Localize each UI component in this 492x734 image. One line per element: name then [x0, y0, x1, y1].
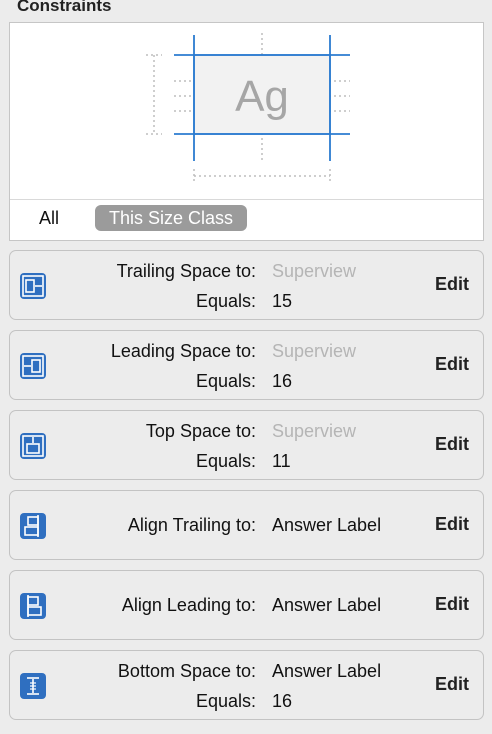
constraint-value[interactable]: 16 — [272, 371, 292, 392]
preview-sample-text: Ag — [235, 72, 289, 121]
top-space-icon — [20, 433, 46, 459]
constraint-target[interactable]: Superview — [272, 261, 356, 282]
equals-label: Equals: — [195, 371, 256, 391]
edit-button[interactable]: Edit — [435, 274, 469, 295]
tab-all[interactable]: All — [39, 208, 59, 229]
constraint-row[interactable]: Align Trailing to: Answer Label Edit — [9, 490, 484, 560]
size-class-tabs: All This Size Class — [10, 199, 483, 240]
edit-button[interactable]: Edit — [435, 594, 469, 615]
constraint-value[interactable]: 15 — [272, 291, 292, 312]
constraint-row[interactable]: Bottom Space to: Answer Label Equals: 16… — [9, 650, 484, 720]
section-title: Constraints — [17, 0, 112, 15]
tab-this-size-class[interactable]: This Size Class — [95, 205, 248, 231]
constraint-preview: Ag All This Size Class — [9, 22, 484, 241]
constraint-target[interactable]: Answer Label — [272, 515, 381, 536]
constraint-value[interactable]: 16 — [272, 691, 292, 712]
constraint-row[interactable]: Top Space to: Superview Equals: 11 Edit — [9, 410, 484, 480]
constraint-row[interactable]: Leading Space to: Superview Equals: 16 E… — [9, 330, 484, 400]
constraint-label: Align Trailing to: — [127, 515, 256, 535]
edit-button[interactable]: Edit — [435, 674, 469, 695]
constraint-label: Align Leading to: — [121, 595, 256, 615]
constraint-row[interactable]: Align Leading to: Answer Label Edit — [9, 570, 484, 640]
bottom-space-icon — [20, 673, 46, 699]
constraint-label: Leading Space to: — [110, 341, 256, 361]
align-leading-icon — [20, 593, 46, 619]
constraint-label: Top Space to: — [145, 421, 256, 441]
edit-button[interactable]: Edit — [435, 514, 469, 535]
constraint-target[interactable]: Superview — [272, 421, 356, 442]
equals-label: Equals: — [195, 691, 256, 711]
constraint-value[interactable]: 11 — [272, 451, 291, 472]
constraint-row[interactable]: Trailing Space to: Superview Equals: 15 … — [9, 250, 484, 320]
edit-button[interactable]: Edit — [435, 354, 469, 375]
align-trailing-icon — [20, 513, 46, 539]
constraint-target[interactable]: Superview — [272, 341, 356, 362]
leading-space-icon — [20, 353, 46, 379]
trailing-space-icon — [20, 273, 46, 299]
equals-label: Equals: — [195, 291, 256, 311]
constraint-label: Trailing Space to: — [116, 261, 256, 281]
constraint-target[interactable]: Answer Label — [272, 595, 381, 616]
edit-button[interactable]: Edit — [435, 434, 469, 455]
equals-label: Equals: — [195, 451, 256, 471]
constraint-diagram: Ag — [146, 33, 350, 183]
constraint-target[interactable]: Answer Label — [272, 661, 381, 682]
constraint-label: Bottom Space to: — [117, 661, 256, 681]
